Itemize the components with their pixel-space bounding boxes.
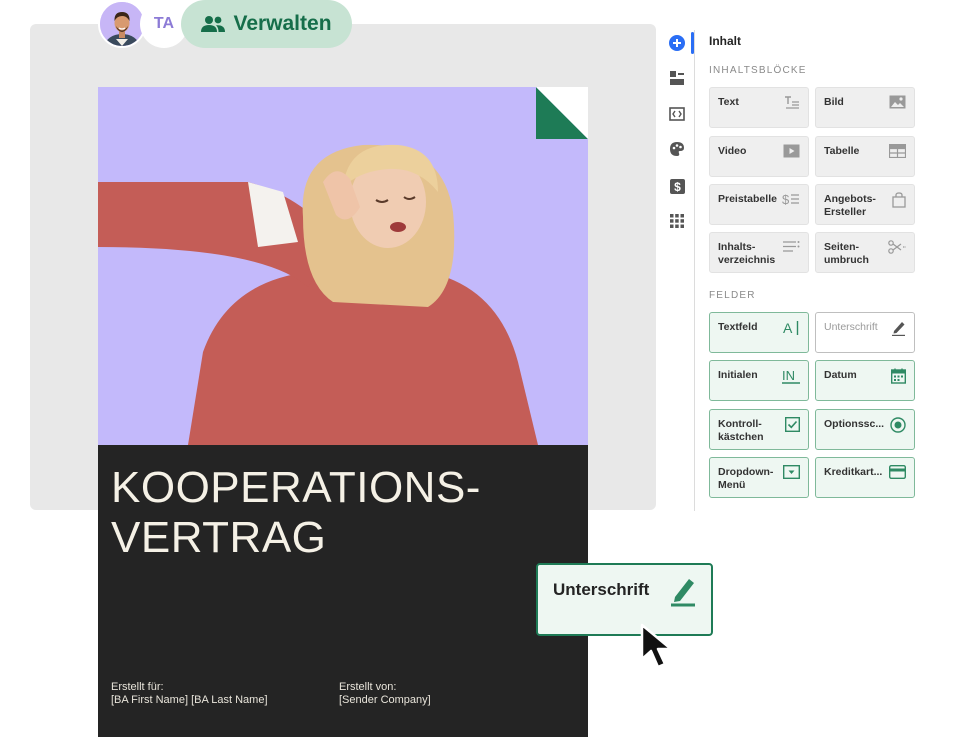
field-signature-label: Unterschrift — [824, 321, 878, 333]
dropdown-icon — [783, 465, 800, 479]
radio-button-icon — [890, 417, 906, 433]
block-image-label: Bild — [824, 96, 844, 108]
calendar-icon — [891, 368, 906, 384]
plus-circle-icon — [669, 35, 685, 51]
field-credit-card[interactable]: Kreditkart... — [815, 457, 915, 498]
block-video[interactable]: Video — [709, 136, 809, 177]
field-date-label: Datum — [824, 369, 857, 381]
block-table-label: Tabelle — [824, 145, 860, 157]
page-break-scissors-icon — [888, 240, 906, 254]
apps-grid-icon — [670, 214, 684, 228]
field-textfield-label: Textfeld — [718, 321, 758, 333]
blocks-icon — [670, 71, 684, 85]
document-title[interactable]: KOOPERATIONS- VERTRAG — [111, 463, 581, 563]
table-icon — [889, 144, 906, 158]
block-pricing-table[interactable]: Preistabelle $ — [709, 184, 809, 225]
rail-pricing[interactable]: $ — [666, 175, 688, 197]
embed-icon — [669, 107, 685, 121]
block-video-label: Video — [718, 145, 747, 157]
block-quote-builder-label: Angebots- Ersteller — [824, 193, 876, 218]
table-of-contents-icon — [783, 241, 800, 252]
image-icon — [889, 95, 906, 109]
text-field-icon: A — [783, 320, 799, 336]
block-table[interactable]: Tabelle — [815, 136, 915, 177]
text-format-icon — [785, 96, 799, 109]
signature-pen-icon — [671, 579, 695, 607]
svg-text:IN: IN — [782, 368, 795, 383]
field-radio-label: Optionssc... — [824, 418, 885, 430]
shopping-bag-icon — [892, 192, 906, 208]
collaborator-avatar-photo[interactable] — [98, 0, 146, 48]
document-page[interactable]: KOOPERATIONS- VERTRAG Erstellt für: [BA … — [98, 87, 588, 737]
rail-design[interactable] — [666, 138, 688, 160]
field-initials-label: Initialen — [718, 369, 758, 381]
blocks-heading: INHALTSBLÖCKE — [709, 65, 807, 76]
pricing-table-icon: $ — [782, 192, 799, 206]
created-by-block[interactable]: Erstellt von: [Sender Company] — [339, 681, 431, 707]
rail-active-indicator — [691, 32, 694, 54]
signature-field-label: Unterschrift — [553, 580, 650, 599]
created-for-label: Erstellt für: — [111, 681, 164, 693]
created-by-value: [Sender Company] — [339, 694, 431, 706]
svg-text:$: $ — [782, 192, 790, 206]
palette-icon — [670, 142, 684, 156]
initials-icon: IN — [782, 368, 800, 384]
field-credit-card-label: Kreditkart... — [824, 466, 883, 478]
created-for-value: [BA First Name] [BA Last Name] — [111, 694, 268, 706]
page-fold-corner — [536, 87, 588, 139]
manage-collaborators-button[interactable]: Verwalten — [181, 0, 352, 48]
field-dropdown-label: Dropdown- Menü — [718, 466, 774, 491]
avatar-initials-text: TA — [153, 15, 175, 32]
block-quote-builder[interactable]: Angebots- Ersteller — [815, 184, 915, 225]
panel-rail: $ — [664, 30, 695, 511]
manage-label: Verwalten — [233, 12, 332, 35]
field-checkbox[interactable]: Kontroll- kästchen — [709, 409, 809, 450]
signature-pen-icon — [892, 322, 905, 336]
svg-text:A: A — [783, 320, 793, 336]
rail-add-content[interactable] — [666, 32, 688, 54]
field-dropdown[interactable]: Dropdown- Menü — [709, 457, 809, 498]
rail-apps[interactable] — [666, 210, 688, 232]
rail-blocks[interactable] — [666, 67, 688, 89]
panel-title: Inhalt — [709, 34, 741, 48]
cover-photo — [98, 87, 588, 445]
checkbox-icon — [785, 417, 800, 432]
people-icon — [201, 16, 226, 32]
field-date[interactable]: Datum — [815, 360, 915, 401]
svg-text:$: $ — [674, 180, 681, 194]
fields-heading: FELDER — [709, 290, 756, 301]
video-icon — [783, 144, 800, 158]
credit-card-icon — [889, 465, 906, 479]
block-table-of-contents-label: Inhalts- verzeichnis — [718, 241, 776, 266]
mouse-cursor-icon — [640, 623, 673, 669]
field-signature[interactable]: Unterschrift — [815, 312, 915, 353]
field-initials[interactable]: Initialen IN — [709, 360, 809, 401]
rail-embed[interactable] — [666, 103, 688, 125]
created-for-block[interactable]: Erstellt für: [BA First Name] [BA Last N… — [111, 681, 268, 707]
block-pricing-table-label: Preistabelle — [718, 193, 777, 205]
cover-dark-section: KOOPERATIONS- VERTRAG Erstellt für: [BA … — [98, 445, 588, 737]
block-page-break-label: Seiten- umbruch — [824, 241, 869, 266]
created-by-label: Erstellt von: — [339, 681, 397, 693]
block-table-of-contents[interactable]: Inhalts- verzeichnis — [709, 232, 809, 273]
block-page-break[interactable]: Seiten- umbruch — [815, 232, 915, 273]
block-image[interactable]: Bild — [815, 87, 915, 128]
field-radio[interactable]: Optionssc... — [815, 409, 915, 450]
block-text-label: Text — [718, 96, 739, 108]
block-text[interactable]: Text — [709, 87, 809, 128]
field-textfield[interactable]: Textfeld A — [709, 312, 809, 353]
field-checkbox-label: Kontroll- kästchen — [718, 418, 764, 443]
dollar-icon: $ — [669, 178, 685, 194]
